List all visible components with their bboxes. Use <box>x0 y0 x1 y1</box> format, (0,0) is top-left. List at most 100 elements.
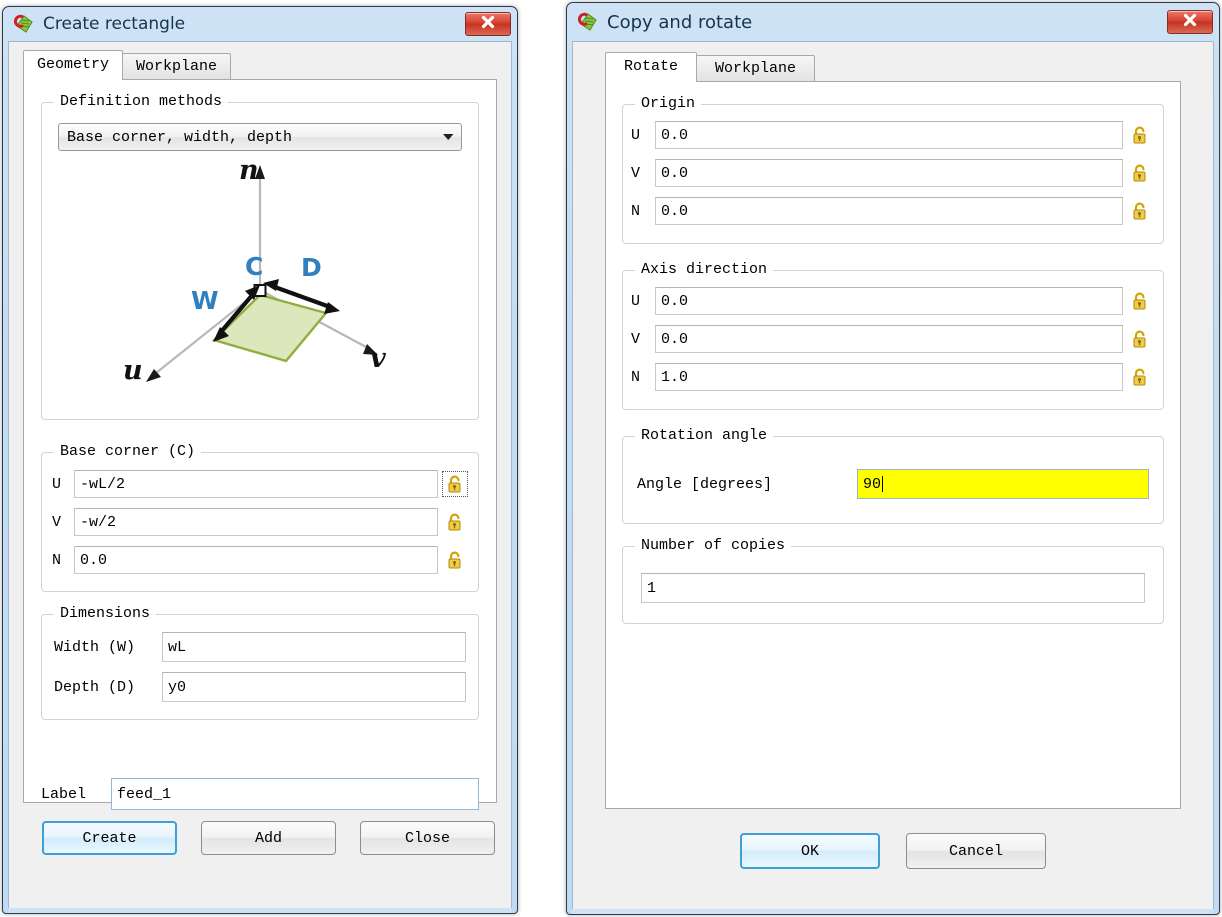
angle-input[interactable]: 90 <box>857 469 1149 499</box>
origin-n-value: 0.0 <box>661 202 689 220</box>
origin-u-value: 0.0 <box>661 126 689 144</box>
button-row-copy-and-rotate: OK Cancel <box>573 809 1213 869</box>
label-input[interactable]: feed_1 <box>111 778 479 810</box>
group-dimensions-legend: Dimensions <box>54 605 157 623</box>
unlocked-padlock-icon[interactable] <box>442 509 468 535</box>
close-button[interactable] <box>1167 10 1213 34</box>
titlebar-create-rectangle[interactable]: Create rectangle <box>3 7 517 41</box>
group-base-corner: Base corner (C) U -wL/2 V -w/2 N 0.0 <box>41 443 479 592</box>
text-caret <box>882 476 884 492</box>
group-origin: Origin U 0.0 V 0.0 N 0.0 <box>622 95 1164 244</box>
tabstrip-create-rectangle: Geometry Workplane <box>9 50 511 80</box>
group-rotation-angle: Rotation angle Angle [degrees] 90 <box>622 427 1164 524</box>
row-label-v: V <box>631 164 641 182</box>
group-rotation-angle-legend: Rotation angle <box>635 427 774 445</box>
statusbar-copy-and-rotate <box>572 909 1214 914</box>
unlocked-padlock-icon[interactable] <box>1127 160 1153 186</box>
close-icon <box>480 15 496 34</box>
definition-method-combo[interactable]: Base corner, width, depth <box>58 123 462 151</box>
axis-n-value: 1.0 <box>661 368 689 386</box>
create-button[interactable]: Create <box>42 821 177 855</box>
axis-label-n: n <box>239 155 259 186</box>
unlocked-padlock-icon[interactable] <box>442 547 468 573</box>
group-dimensions: Dimensions Width (W) wL Depth (D) y0 <box>41 605 479 720</box>
base-corner-v-input[interactable]: -w/2 <box>74 508 438 536</box>
group-number-of-copies: Number of copies 1 <box>622 537 1164 624</box>
dialog-create-rectangle: Create rectangle Geometry Workplane Defi… <box>2 6 518 914</box>
origin-u-input[interactable]: 0.0 <box>655 121 1123 149</box>
unlocked-padlock-icon[interactable] <box>1127 326 1153 352</box>
base-corner-v-value: -w/2 <box>80 513 117 531</box>
width-input[interactable]: wL <box>162 632 466 662</box>
field-row-angle: Angle [degrees] 90 <box>637 469 1149 499</box>
depth-value: y0 <box>168 678 187 696</box>
axis-u-input[interactable]: 0.0 <box>655 287 1123 315</box>
tab-geometry[interactable]: Geometry <box>23 50 124 80</box>
close-icon <box>1182 13 1198 32</box>
dialog-title: Copy and rotate <box>607 11 753 33</box>
row-label-n: N <box>52 551 62 569</box>
field-row-origin-n: N 0.0 <box>631 197 1153 225</box>
label-value: feed_1 <box>117 785 172 803</box>
axis-n-input[interactable]: 1.0 <box>655 363 1123 391</box>
row-label-u: U <box>52 475 62 493</box>
close-dialog-button[interactable]: Close <box>360 821 495 855</box>
field-row-axis-v: V 0.0 <box>631 325 1153 353</box>
tab-workplane-label: Workplane <box>136 58 218 75</box>
origin-v-value: 0.0 <box>661 164 689 182</box>
group-number-of-copies-legend: Number of copies <box>635 537 792 555</box>
unlocked-padlock-icon[interactable] <box>1127 122 1153 148</box>
field-row-label: Label feed_1 <box>41 778 479 810</box>
dialog-title: Create rectangle <box>43 14 186 34</box>
row-label-v: V <box>631 330 641 348</box>
create-button-label: Create <box>82 829 137 847</box>
unlocked-padlock-icon[interactable] <box>1127 364 1153 390</box>
tab-workplane[interactable]: Workplane <box>122 53 232 80</box>
axis-v-value: 0.0 <box>661 330 689 348</box>
add-button[interactable]: Add <box>201 821 336 855</box>
origin-n-input[interactable]: 0.0 <box>655 197 1123 225</box>
label-w: W <box>191 286 219 315</box>
axis-v-input[interactable]: 0.0 <box>655 325 1123 353</box>
tab-workplane-label: Workplane <box>715 60 797 77</box>
number-of-copies-input[interactable]: 1 <box>641 573 1145 603</box>
unlocked-padlock-icon[interactable] <box>1127 198 1153 224</box>
ok-button-label: OK <box>800 842 819 860</box>
group-definition-methods-legend: Definition methods <box>54 93 229 111</box>
origin-v-input[interactable]: 0.0 <box>655 159 1123 187</box>
dialog-copy-and-rotate: Copy and rotate Rotate Workplane Origin … <box>566 2 1220 915</box>
comsol-icon <box>577 11 599 33</box>
field-row-axis-n: N 1.0 <box>631 363 1153 391</box>
group-axis-direction-legend: Axis direction <box>635 261 774 279</box>
number-of-copies-value: 1 <box>647 579 657 597</box>
titlebar-copy-and-rotate[interactable]: Copy and rotate <box>567 3 1219 41</box>
base-corner-u-input[interactable]: -wL/2 <box>74 470 438 498</box>
button-row-create-rectangle: Create Add Close <box>9 803 511 855</box>
tab-rotate-label: Rotate <box>624 58 679 75</box>
tab-rotate[interactable]: Rotate <box>605 52 698 82</box>
label-d: D <box>301 253 322 282</box>
unlocked-padlock-icon[interactable] <box>442 471 468 497</box>
depth-input[interactable]: y0 <box>162 672 466 702</box>
field-row-origin-v: V 0.0 <box>631 159 1153 187</box>
field-row-width: Width (W) wL <box>54 632 466 662</box>
field-row-depth: Depth (D) y0 <box>54 672 466 702</box>
row-label-v: V <box>52 513 62 531</box>
field-row-origin-u: U 0.0 <box>631 121 1153 149</box>
comsol-icon <box>13 13 35 35</box>
add-button-label: Add <box>254 829 282 847</box>
group-axis-direction: Axis direction U 0.0 V 0.0 N 1.0 <box>622 261 1164 410</box>
width-value: wL <box>168 638 187 656</box>
tabstrip-copy-and-rotate: Rotate Workplane <box>573 52 1213 82</box>
close-button[interactable] <box>465 12 511 36</box>
ok-button[interactable]: OK <box>740 833 880 869</box>
tab-geometry-label: Geometry <box>37 56 110 73</box>
tab-workplane[interactable]: Workplane <box>696 55 816 82</box>
unlocked-padlock-icon[interactable] <box>1127 288 1153 314</box>
cancel-button-label: Cancel <box>948 842 1003 860</box>
dialog-body-create-rectangle: Geometry Workplane Definition methods Ba… <box>8 41 512 909</box>
base-corner-n-input[interactable]: 0.0 <box>74 546 438 574</box>
tabpage-geometry: Definition methods Base corner, width, d… <box>23 79 497 810</box>
row-label-n: N <box>631 202 641 220</box>
cancel-button[interactable]: Cancel <box>906 833 1046 869</box>
